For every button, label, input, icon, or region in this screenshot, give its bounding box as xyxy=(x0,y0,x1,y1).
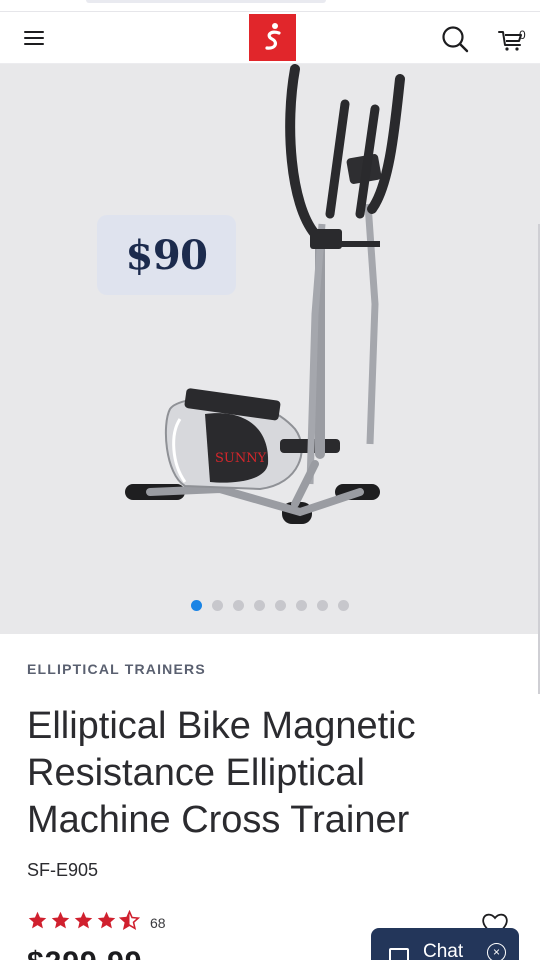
search-icon[interactable] xyxy=(440,24,470,54)
carousel-dot[interactable] xyxy=(296,600,307,611)
hamburger-menu-icon[interactable] xyxy=(22,26,48,50)
carousel-dot[interactable] xyxy=(317,600,328,611)
star-rating[interactable] xyxy=(27,910,140,931)
product-title: Elliptical Bike Magnetic Resistance Elli… xyxy=(27,705,416,841)
sunny-logo-icon[interactable] xyxy=(249,14,296,61)
elliptical-trainer-image: SUNNY xyxy=(125,64,405,524)
carousel-dot[interactable] xyxy=(338,600,349,611)
chat-widget-button[interactable]: Chat × xyxy=(371,928,519,960)
star-full-icon xyxy=(74,911,93,929)
star-half-icon xyxy=(119,910,140,930)
price-badge-text: $90 xyxy=(125,231,209,279)
site-header: 0 xyxy=(0,12,540,64)
svg-text:SUNNY: SUNNY xyxy=(215,451,267,466)
cart-count-badge: 0 xyxy=(519,28,526,42)
review-count[interactable]: 68 xyxy=(150,915,166,931)
carousel-dot[interactable] xyxy=(275,600,286,611)
product-image-carousel[interactable]: SUNNY $90 xyxy=(0,64,540,694)
product-page: 0 SUNNY $90 ELLIPTICAL TRAINERS Elliptic… xyxy=(0,0,540,960)
star-full-icon xyxy=(97,911,116,929)
browser-top-strip xyxy=(0,0,540,12)
product-category-link[interactable]: ELLIPTICAL TRAINERS xyxy=(27,661,206,677)
carousel-dot[interactable] xyxy=(191,600,202,611)
product-price: $299.99 xyxy=(27,946,142,960)
carousel-dot[interactable] xyxy=(254,600,265,611)
top-indicator xyxy=(86,0,326,3)
price-badge: $90 xyxy=(97,215,236,295)
carousel-dots xyxy=(191,600,349,611)
chat-label: Chat xyxy=(423,941,464,960)
star-full-icon xyxy=(51,911,70,929)
chat-icon xyxy=(389,948,409,960)
carousel-dot[interactable] xyxy=(212,600,223,611)
carousel-dot[interactable] xyxy=(233,600,244,611)
close-icon[interactable]: × xyxy=(487,943,506,960)
star-full-icon xyxy=(28,911,47,929)
product-sku: SF-E905 xyxy=(27,860,99,880)
